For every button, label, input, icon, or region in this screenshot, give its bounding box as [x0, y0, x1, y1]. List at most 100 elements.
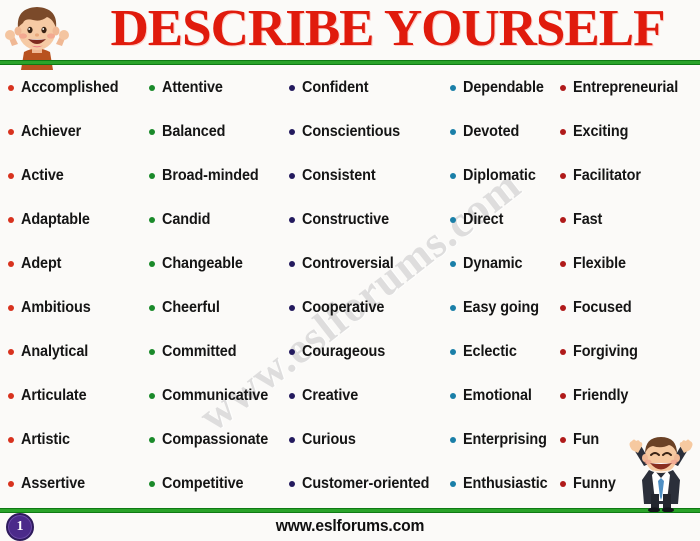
cheering-businessman-icon	[629, 437, 693, 512]
word-label: Broad-minded	[162, 167, 259, 184]
word-item: Dependable	[448, 66, 558, 110]
word-item: Attentive	[143, 66, 283, 110]
word-item: Forgiving	[558, 330, 700, 374]
word-item: Devoted	[448, 110, 558, 154]
word-label: Committed	[162, 343, 237, 360]
bullet-icon	[450, 217, 456, 223]
word-label: Compassionate	[162, 431, 269, 448]
word-label: Fast	[573, 211, 603, 228]
word-label: Dynamic	[463, 255, 523, 272]
word-label: Flexible	[573, 255, 626, 272]
word-label: Cooperative	[302, 299, 385, 316]
word-item: Flexible	[558, 242, 700, 286]
bullet-icon	[8, 129, 14, 135]
word-item: Enterprising	[448, 418, 558, 462]
bullet-icon	[560, 85, 566, 91]
word-item: Eclectic	[448, 330, 558, 374]
bullet-icon	[560, 129, 566, 135]
word-label: Adaptable	[21, 211, 90, 228]
footer-url: www.eslforums.com	[275, 516, 425, 535]
word-item: Fast	[558, 198, 700, 242]
bullet-icon	[289, 85, 295, 91]
word-item: Controversial	[283, 242, 448, 286]
word-item: Cheerful	[143, 286, 283, 330]
bullet-icon	[289, 305, 295, 311]
word-item: Analytical	[0, 330, 143, 374]
word-label: Assertive	[21, 475, 86, 492]
word-item: Creative	[283, 374, 448, 418]
bullet-icon	[149, 217, 155, 223]
word-label: Emotional	[463, 387, 532, 404]
bullet-icon	[149, 393, 155, 399]
word-label: Enterprising	[463, 431, 547, 448]
bullet-icon	[8, 437, 14, 443]
bullet-icon	[289, 261, 295, 267]
bullet-icon	[8, 217, 14, 223]
bullet-icon	[450, 261, 456, 267]
word-item: Focused	[558, 286, 700, 330]
word-label: Devoted	[463, 123, 520, 140]
word-label: Friendly	[573, 387, 629, 404]
word-label: Diplomatic	[463, 167, 536, 184]
word-item: Achiever	[0, 110, 143, 154]
word-label: Accomplished	[21, 79, 119, 96]
word-item: Diplomatic	[448, 154, 558, 198]
word-item: Facilitator	[558, 154, 700, 198]
bullet-icon	[450, 437, 456, 443]
bullet-icon	[149, 481, 155, 487]
word-label: Attentive	[162, 79, 223, 96]
word-label: Eclectic	[463, 343, 517, 360]
word-item: Exciting	[558, 110, 700, 154]
bullet-icon	[450, 129, 456, 135]
word-label: Creative	[302, 387, 359, 404]
word-label: Courageous	[302, 343, 386, 360]
word-label: Direct	[463, 211, 504, 228]
bullet-icon	[450, 349, 456, 355]
word-label: Active	[21, 167, 64, 184]
word-item: Customer-oriented	[283, 462, 448, 506]
worksheet-page: www.eslforums.com DESCRIBE YOURSELF Acco…	[0, 0, 700, 541]
bullet-icon	[289, 349, 295, 355]
word-item: Direct	[448, 198, 558, 242]
word-item: Candid	[143, 198, 283, 242]
word-item: Compassionate	[143, 418, 283, 462]
word-item: Confident	[283, 66, 448, 110]
bullet-icon	[450, 481, 456, 487]
word-item: Easy going	[448, 286, 558, 330]
word-label: Fun	[573, 431, 600, 448]
bullet-icon	[289, 217, 295, 223]
word-label: Communicative	[162, 387, 269, 404]
word-label: Enthusiastic	[463, 475, 548, 492]
word-label: Conscientious	[302, 123, 401, 140]
header: DESCRIBE YOURSELF	[0, 0, 700, 70]
bullet-icon	[289, 481, 295, 487]
word-label: Articulate	[21, 387, 87, 404]
word-item: Changeable	[143, 242, 283, 286]
word-item: Adept	[0, 242, 143, 286]
bullet-icon	[560, 393, 566, 399]
word-column-4: Dependable Devoted Diplomatic Direct Dyn…	[448, 66, 558, 506]
bullet-icon	[560, 349, 566, 355]
bullet-icon	[450, 85, 456, 91]
word-label: Constructive	[302, 211, 389, 228]
word-item: Accomplished	[0, 66, 143, 110]
word-item: Balanced	[143, 110, 283, 154]
word-label: Analytical	[21, 343, 89, 360]
bullet-icon	[450, 305, 456, 311]
word-item: Active	[0, 154, 143, 198]
bullet-icon	[560, 173, 566, 179]
bullet-icon	[8, 349, 14, 355]
word-label: Forgiving	[573, 343, 638, 360]
word-item: Articulate	[0, 374, 143, 418]
word-label: Confident	[302, 79, 369, 96]
bullet-icon	[560, 305, 566, 311]
bullet-icon	[289, 393, 295, 399]
bullet-icon	[8, 261, 14, 267]
word-label: Achiever	[21, 123, 82, 140]
word-label: Facilitator	[573, 167, 641, 184]
bullet-icon	[289, 173, 295, 179]
word-item: Broad-minded	[143, 154, 283, 198]
word-item: Committed	[143, 330, 283, 374]
bullet-icon	[289, 129, 295, 135]
word-item: Cooperative	[283, 286, 448, 330]
